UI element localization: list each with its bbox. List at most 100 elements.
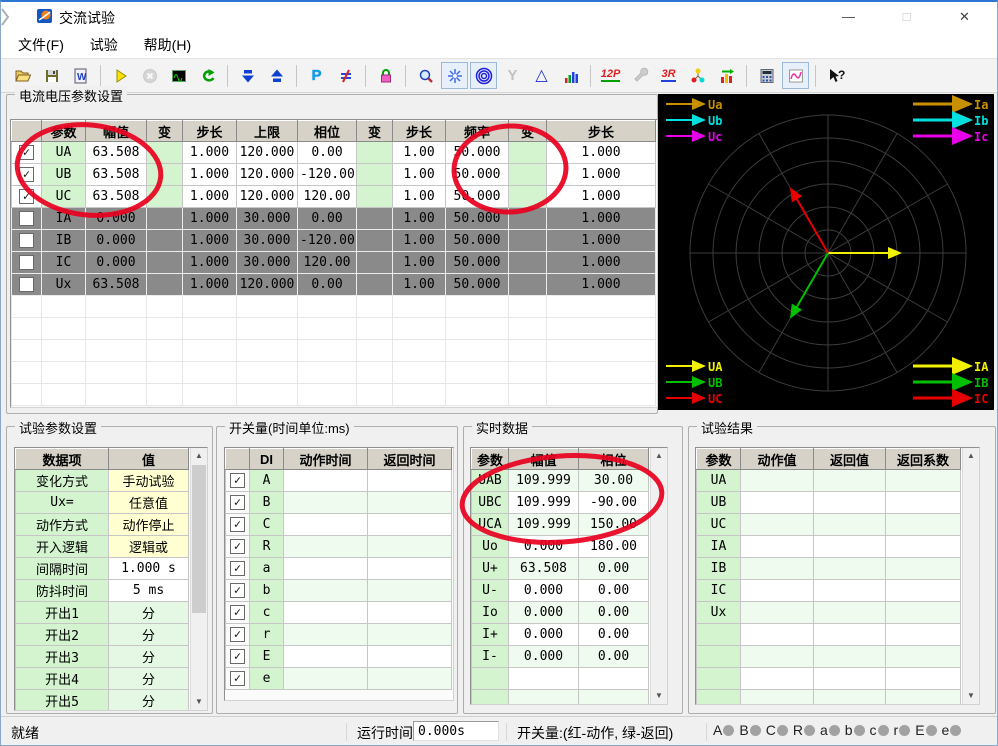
y-connection-button[interactable]: Y xyxy=(499,62,526,89)
step-up-button[interactable] xyxy=(263,62,290,89)
cell-step[interactable]: 1.00 xyxy=(393,230,446,252)
cell-var[interactable] xyxy=(509,142,547,164)
row-check-cell[interactable] xyxy=(12,186,42,208)
row-check-cell[interactable] xyxy=(12,296,42,318)
cell-var[interactable] xyxy=(357,142,393,164)
row-check-cell[interactable] xyxy=(12,318,42,340)
menu-help[interactable]: 帮助(H) xyxy=(133,31,202,55)
menu-file[interactable]: 文件(F) xyxy=(7,31,75,55)
row-check-cell[interactable] xyxy=(226,558,250,580)
cell-param[interactable]: IA xyxy=(42,208,86,230)
scroll-down-icon[interactable]: ▼ xyxy=(963,688,979,704)
cell-var[interactable] xyxy=(357,296,393,318)
cell-var[interactable] xyxy=(509,362,547,384)
cell-amplitude[interactable] xyxy=(86,384,147,406)
cell-var[interactable] xyxy=(357,252,393,274)
row-checkbox[interactable] xyxy=(230,583,245,598)
save-file-button[interactable] xyxy=(38,62,65,89)
param-item-value[interactable]: 手动试验 xyxy=(109,470,189,492)
cell-phase[interactable]: 0.00 xyxy=(298,142,357,164)
cell-step[interactable] xyxy=(183,384,237,406)
cell-amplitude[interactable] xyxy=(86,362,147,384)
cell-step[interactable] xyxy=(183,340,237,362)
cell-var[interactable] xyxy=(509,230,547,252)
cell-var[interactable] xyxy=(147,142,183,164)
cell-param[interactable]: UB xyxy=(42,164,86,186)
calculator-button[interactable] xyxy=(753,62,780,89)
cell-amplitude[interactable]: 63.508 xyxy=(86,274,147,296)
param-item-value[interactable]: 分 xyxy=(109,624,189,646)
row-check-cell[interactable] xyxy=(12,230,42,252)
cell-var[interactable] xyxy=(509,208,547,230)
cell-step[interactable] xyxy=(547,318,656,340)
open-file-button[interactable] xyxy=(9,62,36,89)
row-checkbox[interactable] xyxy=(230,473,245,488)
results-scrollbar[interactable]: ▲ ▼ xyxy=(962,448,979,704)
row-check-cell[interactable] xyxy=(226,602,250,624)
row-checkbox[interactable] xyxy=(19,211,34,226)
cell-step[interactable] xyxy=(547,384,656,406)
cell-frequency[interactable]: 50.000 xyxy=(446,142,509,164)
cell-step[interactable] xyxy=(393,340,446,362)
cell-step[interactable] xyxy=(547,362,656,384)
target-view-button[interactable] xyxy=(470,62,497,89)
cell-var[interactable] xyxy=(357,384,393,406)
cell-param[interactable]: IC xyxy=(42,252,86,274)
cell-amplitude[interactable]: 0.000 xyxy=(86,252,147,274)
cell-limit[interactable] xyxy=(237,318,298,340)
cell-limit[interactable]: 30.000 xyxy=(237,230,298,252)
test-params-scrollbar[interactable]: ▲ ▼ xyxy=(190,448,207,710)
cell-phase[interactable]: -120.00 xyxy=(298,230,357,252)
export-report-button[interactable]: W xyxy=(67,62,94,89)
row-checkbox[interactable] xyxy=(230,671,245,686)
cell-var[interactable] xyxy=(147,362,183,384)
row-checkbox[interactable] xyxy=(230,539,245,554)
step-down-button[interactable] xyxy=(234,62,261,89)
tools-button[interactable] xyxy=(626,62,653,89)
row-checkbox[interactable] xyxy=(230,495,245,510)
row-check-cell[interactable] xyxy=(226,646,250,668)
cell-frequency[interactable]: 50.000 xyxy=(446,208,509,230)
delta-connection-button[interactable]: △ xyxy=(528,62,555,89)
cell-step[interactable]: 1.000 xyxy=(183,208,237,230)
cell-var[interactable] xyxy=(147,186,183,208)
row-checkbox[interactable] xyxy=(19,189,34,204)
cell-var[interactable] xyxy=(357,208,393,230)
row-check-cell[interactable] xyxy=(226,580,250,602)
cell-amplitude[interactable]: 63.508 xyxy=(86,186,147,208)
cell-step[interactable] xyxy=(183,318,237,340)
row-check-cell[interactable] xyxy=(226,470,250,492)
waveform-view-button[interactable] xyxy=(165,62,192,89)
row-check-cell[interactable] xyxy=(226,668,250,690)
row-checkbox[interactable] xyxy=(19,233,34,248)
cell-limit[interactable]: 120.000 xyxy=(237,142,298,164)
vector-group-button[interactable] xyxy=(684,62,711,89)
row-check-cell[interactable] xyxy=(12,274,42,296)
cell-param[interactable]: IB xyxy=(42,230,86,252)
cell-frequency[interactable] xyxy=(446,384,509,406)
cell-frequency[interactable]: 50.000 xyxy=(446,274,509,296)
cell-phase[interactable] xyxy=(298,384,357,406)
cell-var[interactable] xyxy=(357,186,393,208)
row-checkbox[interactable] xyxy=(19,145,34,160)
cell-step[interactable]: 1.000 xyxy=(183,274,237,296)
cell-limit[interactable] xyxy=(237,296,298,318)
cell-limit[interactable]: 30.000 xyxy=(237,252,298,274)
row-checkbox[interactable] xyxy=(230,649,245,664)
cell-phase[interactable] xyxy=(298,340,357,362)
cell-limit[interactable]: 120.000 xyxy=(237,186,298,208)
cell-var[interactable] xyxy=(357,362,393,384)
cell-frequency[interactable]: 50.000 xyxy=(446,252,509,274)
cell-limit[interactable]: 120.000 xyxy=(237,274,298,296)
cell-var[interactable] xyxy=(147,230,183,252)
cell-var[interactable] xyxy=(509,340,547,362)
cell-step[interactable]: 1.000 xyxy=(183,164,237,186)
close-button[interactable]: ✕ xyxy=(942,2,987,31)
cell-var[interactable] xyxy=(509,318,547,340)
cell-phase[interactable] xyxy=(298,318,357,340)
row-checkbox[interactable] xyxy=(19,255,34,270)
cell-var[interactable] xyxy=(357,340,393,362)
cell-amplitude[interactable]: 63.508 xyxy=(86,164,147,186)
scroll-down-icon[interactable]: ▼ xyxy=(191,694,207,710)
row-check-cell[interactable] xyxy=(226,492,250,514)
